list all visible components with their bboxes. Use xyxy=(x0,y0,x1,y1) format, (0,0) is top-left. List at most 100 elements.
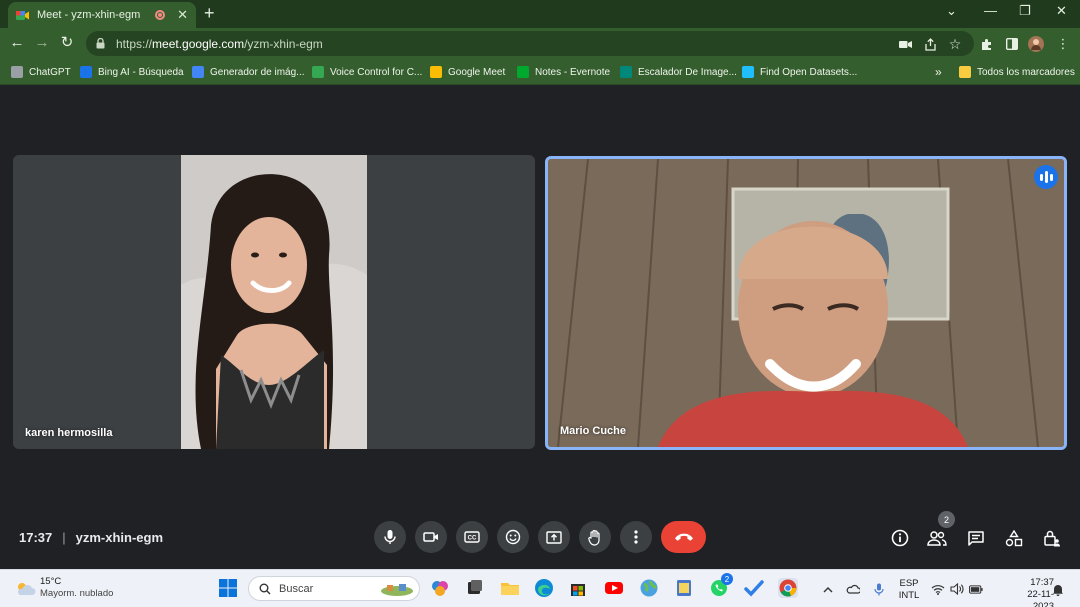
clock-date: 22-11-2023 xyxy=(1027,589,1054,607)
google-meet-favicon-icon xyxy=(16,9,29,22)
browser-toolbar: ← → ↻ https://meet.google.com/yzm-xhin-e… xyxy=(0,28,1080,59)
forward-arrow-icon[interactable]: → xyxy=(33,34,51,52)
minimize-window-button[interactable]: — xyxy=(984,3,997,18)
present-screen-button[interactable] xyxy=(538,521,570,553)
reactions-button[interactable] xyxy=(497,521,529,553)
url-path: /yzm-xhin-egm xyxy=(244,36,323,51)
extensions-puzzle-icon[interactable] xyxy=(979,36,995,52)
windows-logo-icon xyxy=(219,579,237,597)
task-view-icon[interactable] xyxy=(465,578,485,598)
whatsapp-app-icon[interactable]: 2 xyxy=(709,573,733,598)
todo-checkmark-icon[interactable] xyxy=(744,578,764,598)
edge-browser-icon[interactable] xyxy=(534,578,554,598)
wifi-icon[interactable] xyxy=(931,582,945,596)
present-screen-icon xyxy=(546,530,562,544)
volume-speaker-icon[interactable] xyxy=(950,582,964,596)
participant-name-label: karen hermosilla xyxy=(25,427,113,439)
onedrive-cloud-icon[interactable] xyxy=(846,582,860,596)
lock-person-icon xyxy=(1044,530,1060,547)
bookmarks-bar: ChatGPT Bing AI - Búsqueda Generador de … xyxy=(0,59,1080,85)
leave-call-button[interactable] xyxy=(661,521,706,553)
weather-widget[interactable]: 15°C Mayorm. nublado xyxy=(14,576,113,600)
meeting-info-divider: | xyxy=(62,530,66,545)
microphone-tray-icon[interactable] xyxy=(872,582,886,596)
bookmark-bing-ai[interactable]: Bing AI - Búsqueda xyxy=(80,65,184,79)
copilot-app-icon[interactable] xyxy=(430,578,450,598)
bookmark-label: Google Meet xyxy=(448,66,506,78)
activities-shapes-icon xyxy=(1005,529,1023,546)
weather-temperature: 15°C xyxy=(40,576,62,587)
battery-icon[interactable] xyxy=(969,582,983,596)
emoji-smile-icon xyxy=(505,529,521,545)
bookmark-evernote[interactable]: Notes - Evernote xyxy=(517,65,610,79)
bookmark-star-icon[interactable]: ☆ xyxy=(947,36,963,52)
activities-button[interactable] xyxy=(1003,527,1025,549)
microsoft-store-icon[interactable] xyxy=(568,578,588,598)
bookmark-label: Notes - Evernote xyxy=(535,66,611,78)
reload-icon[interactable]: ↻ xyxy=(58,34,76,52)
camera-in-use-icon[interactable] xyxy=(897,36,913,52)
people-button[interactable] xyxy=(926,527,948,549)
weather-description: Mayorm. nublado xyxy=(40,588,114,599)
address-bar[interactable]: https://meet.google.com/yzm-xhin-egm xyxy=(86,31,974,56)
raise-hand-icon xyxy=(588,529,600,546)
show-hidden-icons-chevron-icon[interactable] xyxy=(821,582,835,596)
bookmark-chatgpt[interactable]: ChatGPT xyxy=(11,65,71,79)
maximize-window-button[interactable]: ❐ xyxy=(1019,3,1031,19)
bookmark-image-scaler[interactable]: Escalador De Image... xyxy=(620,65,737,79)
more-options-button[interactable] xyxy=(620,521,652,553)
kaggle-icon xyxy=(742,66,754,78)
taskbar-search-box[interactable]: Buscar xyxy=(248,576,420,601)
karen-video-feed xyxy=(181,155,367,449)
cloudy-weather-icon xyxy=(18,583,36,595)
captions-button[interactable]: CC xyxy=(456,521,488,553)
host-controls-button[interactable] xyxy=(1041,527,1063,549)
tab-close-icon[interactable]: ✕ xyxy=(177,7,188,23)
participant-tile-mario[interactable]: Mario Cuche xyxy=(545,156,1067,450)
windows-start-button[interactable] xyxy=(218,578,238,598)
search-icon xyxy=(192,66,204,78)
share-icon[interactable] xyxy=(922,36,938,52)
windows-taskbar: 15°C Mayorm. nublado Buscar 2 ESP INTL 1… xyxy=(0,569,1080,607)
meeting-time: 17:37 xyxy=(19,530,53,545)
browser-tab-meet[interactable]: Meet - yzm-xhin-egm ✕ xyxy=(8,2,196,28)
maps-globe-icon[interactable] xyxy=(639,578,659,598)
bookmark-kaggle[interactable]: Find Open Datasets... xyxy=(742,65,857,79)
google-meet-icon xyxy=(430,66,442,78)
profile-avatar[interactable] xyxy=(1028,36,1044,52)
clock-time: 17:37 xyxy=(1030,577,1054,588)
keyboard-layout: INTL xyxy=(898,590,920,601)
search-icon xyxy=(259,583,271,594)
meeting-details-button[interactable] xyxy=(889,527,911,549)
tab-search-chevron-icon[interactable]: ⌄ xyxy=(946,3,957,19)
participant-tile-karen[interactable]: karen hermosilla xyxy=(13,155,535,449)
notepad-app-icon[interactable] xyxy=(674,578,694,598)
file-explorer-icon[interactable] xyxy=(500,578,520,598)
speech-bubble-icon xyxy=(312,66,324,78)
all-bookmarks-folder[interactable]: Todos los marcadores xyxy=(959,65,1075,79)
chrome-browser-icon[interactable] xyxy=(778,578,798,598)
youtube-app-icon[interactable] xyxy=(604,578,624,598)
bookmark-voice-control[interactable]: Voice Control for C... xyxy=(312,65,422,79)
bookmark-label: Voice Control for C... xyxy=(330,66,423,78)
side-panel-icon[interactable] xyxy=(1004,36,1020,52)
close-window-button[interactable]: ✕ xyxy=(1056,3,1067,19)
raise-hand-button[interactable] xyxy=(579,521,611,553)
notifications-bell-icon[interactable] xyxy=(1051,582,1065,596)
keyboard-language-indicator[interactable]: ESP INTL xyxy=(896,578,922,602)
camera-button[interactable] xyxy=(415,521,447,553)
image-scaler-icon xyxy=(620,66,632,78)
more-bookmarks-chevron-icon[interactable]: » xyxy=(935,65,942,79)
new-tab-button[interactable]: + xyxy=(204,4,215,22)
recording-indicator-icon xyxy=(155,10,166,20)
bookmark-google-meet[interactable]: Google Meet xyxy=(430,65,505,79)
bookmark-image-generator[interactable]: Generador de imág... xyxy=(192,65,305,79)
chat-button[interactable] xyxy=(965,527,987,549)
microphone-button[interactable] xyxy=(374,521,406,553)
meeting-code: yzm-xhin-egm xyxy=(75,530,164,545)
taskbar-clock[interactable]: 17:37 22-11-2023 xyxy=(1018,577,1054,607)
browser-menu-icon[interactable]: ⋮ xyxy=(1055,36,1071,52)
tab-title: Meet - yzm-xhin-egm xyxy=(37,9,141,21)
mario-video-feed xyxy=(548,159,1064,447)
back-arrow-icon[interactable]: ← xyxy=(8,34,26,52)
